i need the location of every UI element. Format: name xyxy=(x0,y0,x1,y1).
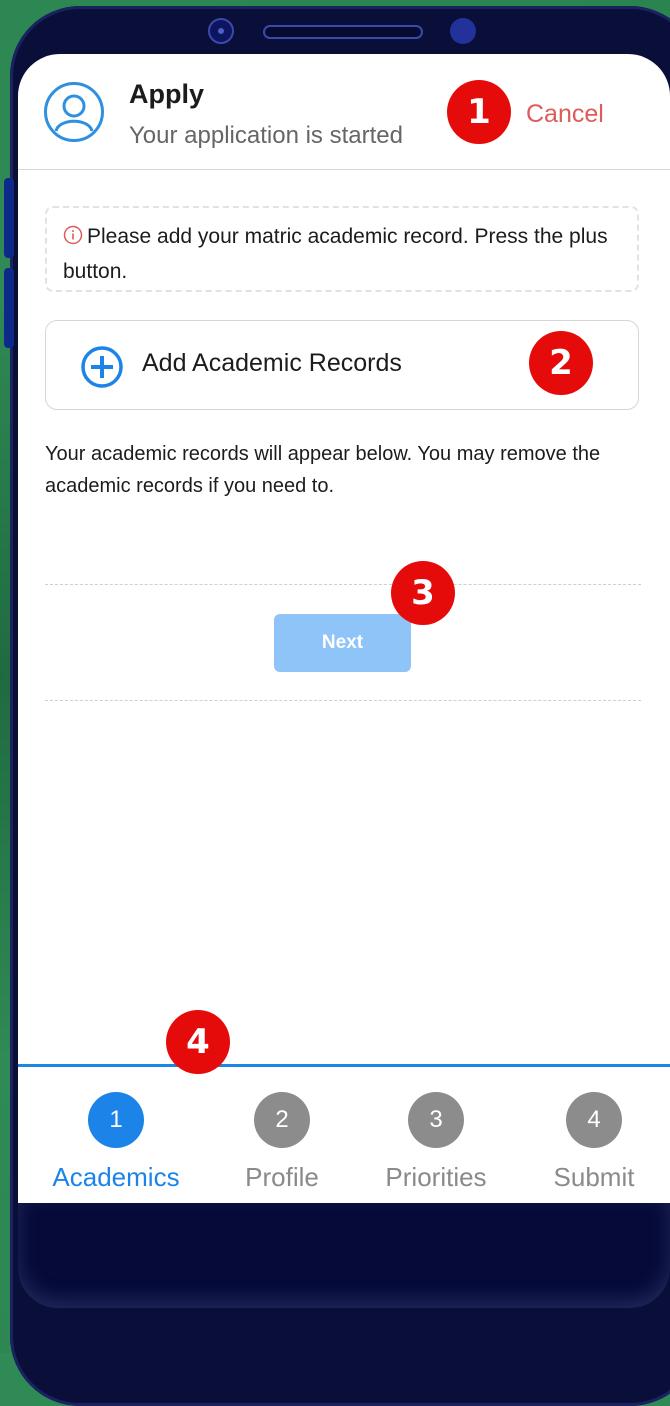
step-label: Priorities xyxy=(385,1162,487,1192)
step-number-badge: 3 xyxy=(408,1092,464,1148)
annotation-marker-2: 2 xyxy=(529,331,593,395)
step-number-badge: 1 xyxy=(88,1092,144,1148)
proximity-sensor xyxy=(450,18,476,44)
stepper-progress-line xyxy=(18,1064,670,1067)
academic-records-help-text: Your academic records will appear below.… xyxy=(45,443,601,497)
notice-text: Please add your matric academic record. … xyxy=(63,225,608,283)
volume-down-button xyxy=(4,268,14,348)
phone-bottom-bezel xyxy=(18,1203,670,1308)
step-label: Submit xyxy=(553,1162,635,1192)
step-label: Profile xyxy=(245,1162,319,1192)
annotation-marker-4: 4 xyxy=(166,1010,230,1074)
step-profile[interactable]: 2 Profile xyxy=(222,1092,342,1193)
user-avatar-icon xyxy=(44,82,104,142)
step-number-badge: 4 xyxy=(566,1092,622,1148)
cancel-button[interactable]: Cancel xyxy=(526,100,604,129)
person-icon xyxy=(54,94,94,132)
front-camera xyxy=(208,18,234,44)
step-submit[interactable]: 4 Submit xyxy=(534,1092,654,1193)
next-button[interactable]: Next xyxy=(274,614,411,672)
divider-bottom xyxy=(45,700,641,701)
volume-up-button xyxy=(4,178,14,258)
step-number-badge: 2 xyxy=(254,1092,310,1148)
app-header: Apply Your application is started Cancel xyxy=(18,54,670,170)
step-academics[interactable]: 1 Academics xyxy=(46,1092,186,1193)
app-screen: Apply Your application is started Cancel… xyxy=(18,54,670,1204)
annotation-marker-1: 1 xyxy=(447,80,511,144)
info-notice: Please add your matric academic record. … xyxy=(45,206,639,292)
page-title: Apply xyxy=(129,79,205,109)
step-label: Academics xyxy=(52,1162,180,1192)
plus-circle-icon xyxy=(80,345,124,394)
step-priorities[interactable]: 3 Priorities xyxy=(366,1092,506,1193)
page-subtitle: Your application is started xyxy=(129,122,403,149)
add-academic-records-label: Add Academic Records xyxy=(142,349,402,377)
divider-top xyxy=(45,584,641,585)
info-icon xyxy=(63,222,83,255)
annotation-marker-3: 3 xyxy=(391,561,455,625)
earpiece-speaker xyxy=(263,25,423,39)
